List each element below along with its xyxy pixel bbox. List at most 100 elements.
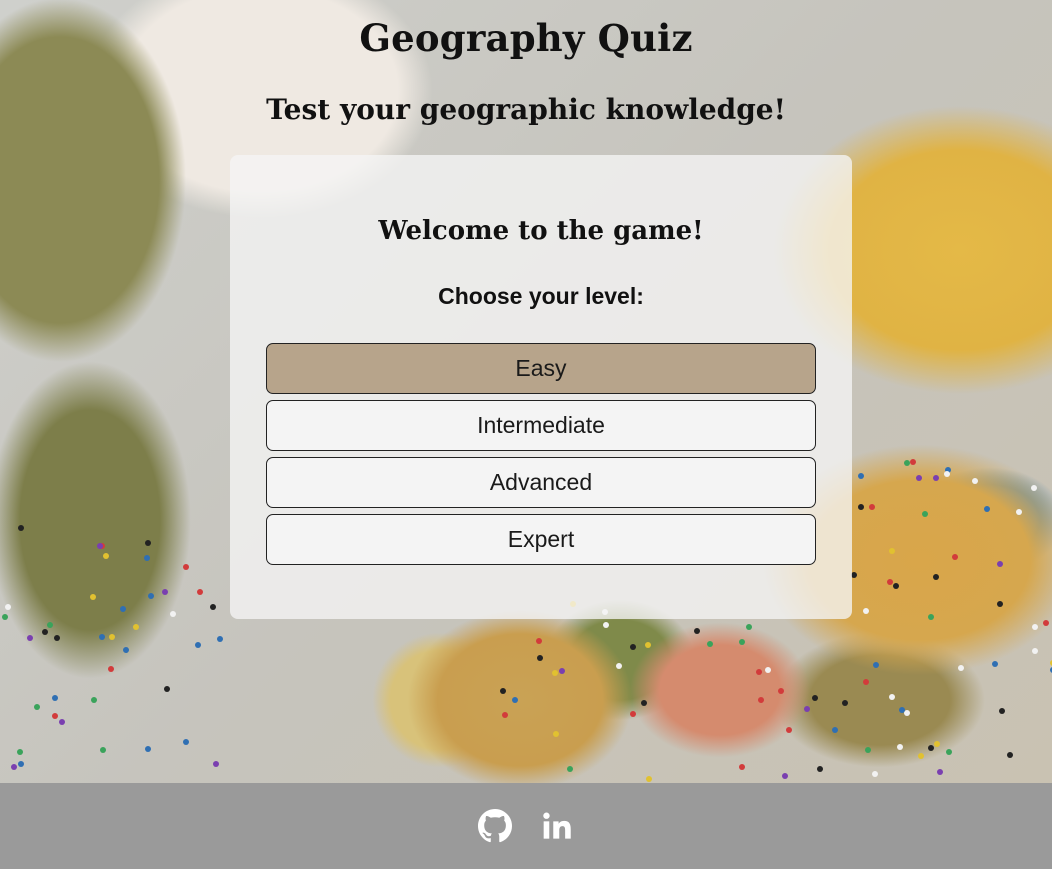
map-pin <box>566 765 573 772</box>
map-pin <box>144 539 151 546</box>
map-pin <box>500 687 507 694</box>
map-pin <box>213 760 220 767</box>
map-pin <box>934 741 941 748</box>
map-pin <box>162 589 169 596</box>
map-pin <box>928 614 935 621</box>
github-icon[interactable] <box>477 808 513 844</box>
level-intermediate-button[interactable]: Intermediate <box>266 400 816 451</box>
map-pin <box>739 638 746 645</box>
page-subtitle: Test your geographic knowledge! <box>266 93 786 126</box>
map-pin <box>694 628 701 635</box>
map-pin <box>957 665 964 672</box>
map-pin <box>893 582 900 589</box>
map-pin <box>147 593 154 599</box>
map-pin <box>916 475 923 482</box>
map-pin <box>109 634 116 641</box>
level-advanced-button[interactable]: Advanced <box>266 457 816 508</box>
choose-level-label: Choose your level: <box>438 283 644 309</box>
map-pin <box>1032 647 1039 654</box>
map-pin <box>501 711 508 718</box>
map-pin <box>745 623 752 630</box>
level-buttons: Easy Intermediate Advanced Expert <box>266 343 816 571</box>
map-pin <box>59 719 66 726</box>
map-pin <box>898 707 905 714</box>
map-pin <box>629 643 636 650</box>
map-pin <box>33 703 40 710</box>
level-easy-button[interactable]: Easy <box>266 343 816 394</box>
map-pin <box>903 709 910 716</box>
map-pin <box>17 525 24 532</box>
map-pin <box>552 670 559 677</box>
map-pin <box>888 547 895 554</box>
map-pin <box>804 705 811 712</box>
map-pin <box>100 746 107 753</box>
map-pin <box>858 503 865 510</box>
map-pin <box>917 752 924 759</box>
map-pin <box>182 739 189 746</box>
map-pin <box>889 694 896 701</box>
map-pin <box>868 504 875 511</box>
map-pin <box>928 745 935 752</box>
map-pin <box>537 654 544 661</box>
level-selection-card: Welcome to the game! Choose your level: … <box>230 155 852 619</box>
map-pin <box>17 748 24 755</box>
map-pin <box>991 660 998 667</box>
map-pin <box>812 694 819 701</box>
map-pin <box>786 727 793 734</box>
level-expert-button[interactable]: Expert <box>266 514 816 565</box>
map-pin <box>536 637 543 644</box>
map-pin <box>831 727 838 734</box>
map-pin <box>194 642 201 649</box>
map-pin <box>52 713 59 720</box>
map-pin <box>945 749 952 756</box>
map-pin <box>123 646 130 653</box>
map-pin <box>107 665 114 672</box>
map-pin <box>615 663 622 670</box>
footer <box>0 783 1052 869</box>
map-pin <box>11 764 18 771</box>
map-pin <box>706 641 713 648</box>
map-pin <box>216 635 223 642</box>
map-pin <box>145 746 152 753</box>
map-pin <box>640 700 647 707</box>
map-pin <box>983 505 990 512</box>
map-pin <box>164 686 171 693</box>
map-pin <box>972 478 979 485</box>
map-pin <box>630 710 637 717</box>
map-pin <box>41 629 48 635</box>
map-pin <box>1016 508 1022 515</box>
map-pin <box>857 472 864 479</box>
map-pin <box>47 622 54 629</box>
map-pin <box>1030 484 1037 491</box>
map-pin <box>872 770 879 777</box>
map-pin <box>103 552 110 559</box>
map-pin <box>997 600 1004 607</box>
map-pin <box>645 775 652 782</box>
map-pin <box>781 772 788 779</box>
map-pin <box>863 607 870 614</box>
map-pin <box>553 731 560 738</box>
map-pin <box>943 471 950 478</box>
map-pin <box>51 694 58 701</box>
map-pin <box>739 764 746 771</box>
map-pin <box>512 696 519 703</box>
map-pin <box>865 746 872 753</box>
map-pin <box>910 459 917 466</box>
map-pin <box>182 563 189 570</box>
map-pin <box>90 593 97 600</box>
map-pin <box>816 766 823 773</box>
map-pin <box>922 510 929 517</box>
map-pin <box>17 760 24 767</box>
map-pin <box>90 697 97 704</box>
map-pin <box>937 769 944 776</box>
map-pin <box>26 635 33 642</box>
map-pin <box>143 555 150 562</box>
map-pin <box>132 624 139 631</box>
welcome-heading: Welcome to the game! <box>378 216 704 246</box>
linkedin-icon[interactable] <box>539 808 575 844</box>
page-title: Geography Quiz <box>359 16 693 60</box>
map-pin <box>603 621 610 628</box>
map-pin <box>197 588 204 595</box>
map-pin <box>559 668 566 674</box>
map-pin <box>841 699 848 706</box>
